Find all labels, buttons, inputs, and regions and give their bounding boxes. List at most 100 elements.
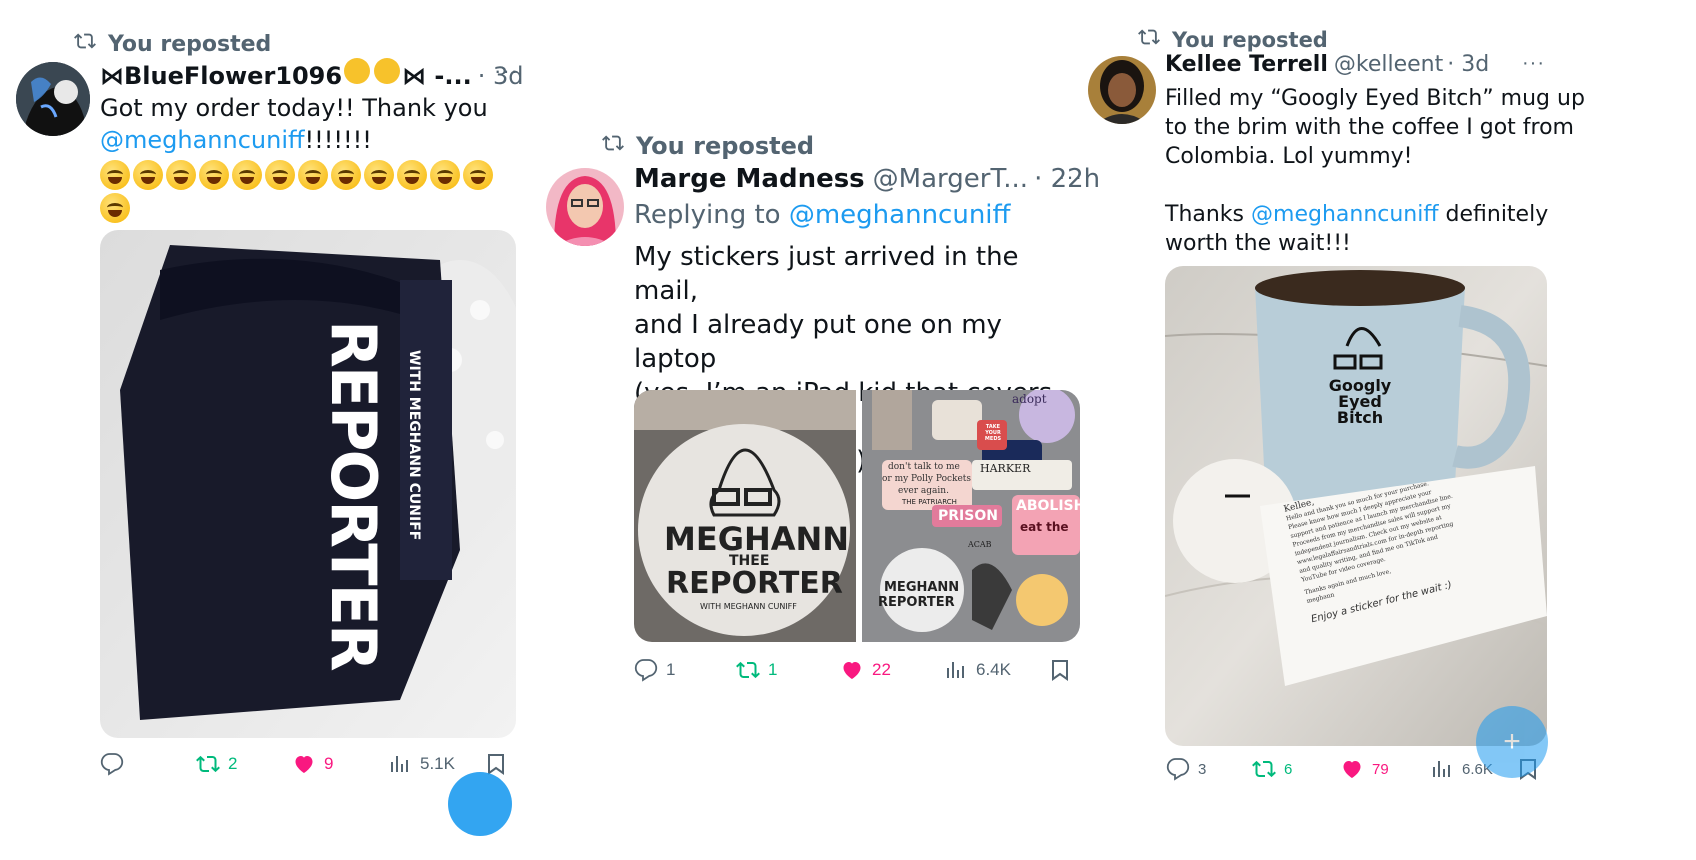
repost-icon xyxy=(196,755,220,773)
user-handle[interactable]: @kelleent xyxy=(1334,52,1443,77)
laptop-sticker-acab: ACAB xyxy=(968,540,992,549)
mug-print-text: Googly Eyed Bitch xyxy=(1328,376,1392,427)
reply-button[interactable]: 3 xyxy=(1166,757,1206,781)
replying-to: Replying to @meghanncuniff xyxy=(634,200,1010,230)
post-text: Filled my “Googly Eyed Bitch” mug up to … xyxy=(1165,84,1585,258)
replying-mention[interactable]: @meghanncuniff xyxy=(789,200,1011,230)
views-icon xyxy=(1433,761,1450,777)
thanks-prefix: Thanks xyxy=(1165,202,1245,227)
post-text-line: worth the wait!!! xyxy=(1165,231,1351,256)
laughing-emoji xyxy=(430,160,460,190)
repost-indicator: You reposted xyxy=(72,30,271,58)
post-kellee-terrell[interactable]: You reposted Kellee Terrell @kelleent · … xyxy=(1080,0,1696,860)
repost-icon xyxy=(72,30,98,58)
post-text-line: Got my order today!! Thank you xyxy=(100,94,488,122)
laughing-emoji xyxy=(166,160,196,190)
thanks-suffix: definitely xyxy=(1445,202,1549,227)
views-button[interactable]: 6.4K xyxy=(944,658,1011,682)
display-name[interactable]: Kellee Terrell xyxy=(1165,52,1328,77)
views-icon xyxy=(947,662,964,678)
laughing-emoji xyxy=(265,160,295,190)
display-name[interactable]: ⋈BlueFlower1096 xyxy=(100,62,342,90)
post-text-line: Filled my “Googly Eyed Bitch” mug up xyxy=(1165,86,1585,111)
repost-icon xyxy=(1252,760,1276,778)
reply-icon xyxy=(100,753,124,776)
compose-icon[interactable] xyxy=(448,772,512,836)
laptop-sticker-meghann: MEGHANN xyxy=(884,580,960,595)
post-header: ⋈BlueFlower1096 ⋈ -... · 3d xyxy=(100,58,524,90)
post-text-line: to the brim with the coffee I got from xyxy=(1165,115,1574,140)
laptop-sticker-reporter: REPORTER xyxy=(878,595,955,610)
avatar[interactable] xyxy=(546,168,624,246)
bookmark-icon xyxy=(1052,660,1068,681)
post-photo-sticker[interactable]: MEGHANN THEE REPORTER WITH MEGHANN CUNIF… xyxy=(634,390,856,642)
repost-label: You reposted xyxy=(1172,28,1328,52)
laptop-sticker-polly-1: don't talk to me xyxy=(888,462,960,472)
laughing-emoji xyxy=(100,193,130,223)
laughing-emoji xyxy=(232,160,262,190)
heart-icon xyxy=(295,756,313,773)
display-name[interactable]: Marge Madness xyxy=(634,164,865,194)
upside-down-face-emoji xyxy=(344,58,371,84)
post-blueflower[interactable]: You reposted ⋈BlueFlower1096 ⋈ -... · 3d… xyxy=(0,0,560,860)
reply-button[interactable]: 1 xyxy=(634,658,675,682)
laughing-emoji xyxy=(298,160,328,190)
laptop-sticker-eat-the: eat the xyxy=(1020,520,1069,534)
like-button[interactable]: 22 xyxy=(840,658,891,682)
repost-button[interactable]: 1 xyxy=(736,658,777,682)
laptop-sticker-polly-3: ever again. xyxy=(898,486,949,496)
repost-button[interactable]: 2 xyxy=(196,752,237,776)
like-button[interactable]: 9 xyxy=(292,752,333,776)
compose-icon[interactable]: + xyxy=(1476,706,1548,778)
bookmark-button[interactable] xyxy=(1048,658,1072,682)
repost-label: You reposted xyxy=(636,132,815,160)
like-button[interactable]: 79 xyxy=(1340,757,1389,781)
like-count: 9 xyxy=(324,754,334,773)
more-icon[interactable]: ··· xyxy=(494,58,519,84)
laughing-emoji xyxy=(100,160,130,190)
mention-link[interactable]: @meghanncuniff xyxy=(100,126,305,154)
repost-indicator: You reposted xyxy=(1136,26,1328,54)
repost-button[interactable]: 6 xyxy=(1252,757,1292,781)
laughing-emoji xyxy=(133,160,163,190)
zipper-mouth-emoji xyxy=(374,58,401,84)
repost-indicator: You reposted xyxy=(600,132,814,160)
like-count: 79 xyxy=(1372,760,1389,778)
laptop-sticker-patriarch: THE PATRIARCH xyxy=(902,498,957,506)
laughing-emoji xyxy=(331,160,361,190)
heart-icon xyxy=(843,662,861,679)
laptop-sticker-abolish: ABOLISH xyxy=(1016,498,1080,514)
post-header: Marge Madness @MargerT... · 22h xyxy=(634,164,1100,194)
laughing-emoji xyxy=(397,160,427,190)
post-photo-laptop[interactable]: adopt HARKER don't talk to me or my Poll… xyxy=(862,390,1080,642)
like-count: 22 xyxy=(872,660,891,679)
post-text-line-thanks: Thanks @meghanncuniff definitely xyxy=(1165,200,1585,229)
more-icon[interactable]: ··· xyxy=(1522,52,1545,75)
repost-count: 6 xyxy=(1284,760,1293,778)
reply-button[interactable] xyxy=(100,752,132,776)
avatar[interactable] xyxy=(16,62,90,136)
laughing-emoji xyxy=(463,160,493,190)
mention-suffix: !!!!!!! xyxy=(304,126,372,154)
post-photo-mug[interactable]: Googly Eyed Bitch Kellee, Hello and than… xyxy=(1165,266,1547,746)
post-marge-madness[interactable]: You reposted Marge Madness @MargerT... ·… xyxy=(540,0,1100,860)
laptop-sticker-adopt: adopt xyxy=(1012,392,1047,406)
post-header: Kellee Terrell @kelleent · 3d xyxy=(1165,52,1489,77)
post-time[interactable]: · 3d xyxy=(1447,52,1489,77)
mention-link[interactable]: @meghanncuniff xyxy=(1251,202,1439,227)
display-name-suffix: ⋈ -... xyxy=(402,62,472,90)
laughing-emoji xyxy=(199,160,229,190)
laptop-sticker-prison: PRISON xyxy=(938,508,998,524)
user-handle[interactable]: @MargerT... xyxy=(873,164,1028,194)
laptop-sticker-harker: HARKER xyxy=(980,462,1031,475)
repost-icon xyxy=(1136,26,1162,54)
post-photo-hoodie[interactable]: REPORTER WITH MEGHANN CUNIFF xyxy=(100,230,516,738)
repost-count: 2 xyxy=(228,754,238,773)
repost-count: 1 xyxy=(768,660,778,679)
avatar[interactable] xyxy=(1088,56,1156,124)
sticker-text-reporter: REPORTER xyxy=(666,566,843,601)
views-button[interactable]: 5.1K xyxy=(388,752,455,776)
repost-icon xyxy=(736,661,760,679)
laptop-sticker-polly-2: or my Polly Pockets xyxy=(882,474,972,484)
